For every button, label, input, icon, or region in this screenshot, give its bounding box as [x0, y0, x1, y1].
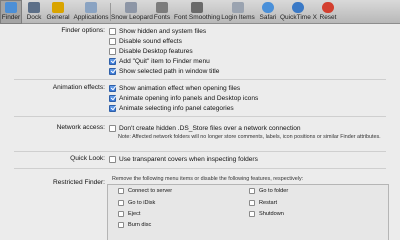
section-separator [14, 79, 386, 80]
checkbox-go-to-folder[interactable]: Go to folder [249, 188, 288, 194]
checkbox-burn-disc[interactable]: Burn disc [118, 222, 151, 228]
checkbox-animate-info-panels[interactable]: Animate opening info panels and Desktop … [109, 94, 258, 102]
toolbar-item-quicktime[interactable]: QuickTime X [280, 0, 317, 24]
fonts-icon [156, 2, 168, 13]
applications-icon [85, 2, 97, 13]
toolbar-item-fonts[interactable]: Fonts [152, 0, 172, 24]
network-access-note: Note: Affected network folders will no l… [118, 134, 381, 140]
section-separator [14, 168, 386, 169]
finder-options-label: Finder options: [61, 27, 105, 34]
login-items-icon [232, 2, 244, 13]
checkbox-eject[interactable]: Eject [118, 211, 140, 217]
checkbox-connect-to-server[interactable]: Connect to server [118, 188, 172, 194]
section-separator [14, 116, 386, 117]
checkbox-box[interactable] [109, 94, 116, 102]
toolbar-item-applications[interactable]: Applications [73, 0, 109, 24]
switch-icon [52, 2, 64, 13]
checkbox-box[interactable] [109, 37, 116, 45]
checkbox-box[interactable] [109, 57, 116, 65]
finder-settings-pane: Finder options: Show hidden and system f… [0, 25, 400, 240]
checkbox-box[interactable] [109, 104, 116, 112]
checkbox-shutdown[interactable]: Shutdown [249, 211, 284, 217]
checkbox-animation-opening-files[interactable]: Show animation effect when opening files [109, 84, 240, 92]
checkbox-box[interactable] [118, 211, 124, 217]
checkbox-show-selected-path[interactable]: Show selected path in window title [109, 67, 219, 75]
checkbox-show-hidden-files[interactable]: Show hidden and system files [109, 27, 206, 35]
checkbox-box[interactable] [109, 124, 116, 132]
toolbar-item-safari[interactable]: Safari [257, 0, 279, 24]
restricted-finder-description: Remove the following menu items or disab… [112, 176, 304, 182]
checkbox-box[interactable] [249, 188, 255, 194]
toolbar-item-dock[interactable]: Dock [25, 0, 43, 24]
checkbox-disable-desktop-features[interactable]: Disable Desktop features [109, 47, 193, 55]
toolbar-item-reset[interactable]: Reset [318, 0, 338, 24]
checkbox-add-quit-item[interactable]: Add "Quit" item to Finder menu [109, 57, 210, 65]
dock-icon [28, 2, 40, 13]
toolbar-item-login-items[interactable]: Login Items [221, 0, 255, 24]
checkbox-box[interactable] [109, 67, 116, 75]
checkbox-box[interactable] [109, 155, 116, 163]
checkbox-transparent-covers[interactable]: Use transparent covers when inspecting f… [109, 155, 258, 163]
checkbox-restart[interactable]: Restart [249, 200, 277, 206]
checkbox-box[interactable] [118, 222, 124, 228]
font-smoothing-icon [191, 2, 203, 13]
toolbar-item-finder[interactable]: Finder [0, 0, 22, 24]
network-access-label: Network access: [56, 124, 105, 131]
checkbox-box[interactable] [118, 200, 124, 206]
toolbar-item-snow-leopard[interactable]: Snow Leopard [111, 0, 153, 24]
animation-effects-label: Animation effects: [52, 84, 105, 91]
quick-look-label: Quick Look: [70, 155, 105, 162]
checkbox-animate-panel-categories[interactable]: Animate selecting info panel categories [109, 104, 234, 112]
section-separator [14, 151, 386, 152]
safari-icon [262, 2, 274, 13]
snow-leopard-icon [125, 2, 137, 13]
quicktime-icon [292, 2, 304, 13]
checkbox-box[interactable] [249, 200, 255, 206]
reset-icon [322, 2, 334, 13]
checkbox-box[interactable] [109, 84, 116, 92]
finder-icon [5, 2, 17, 13]
preferences-toolbar: Finder Dock General Applications Snow Le… [0, 0, 400, 24]
checkbox-go-to-idisk[interactable]: Go to iDisk [118, 200, 155, 206]
toolbar-item-general[interactable]: General [45, 0, 71, 24]
checkbox-box[interactable] [118, 188, 124, 194]
restricted-finder-label: Restricted Finder: [52, 179, 105, 186]
toolbar-item-font-smoothing[interactable]: Font Smoothing [174, 0, 220, 24]
checkbox-box[interactable] [249, 211, 255, 217]
checkbox-no-ds-store[interactable]: Don't create hidden .DS_Store files over… [109, 124, 301, 132]
checkbox-box[interactable] [109, 27, 116, 35]
checkbox-disable-sound-effects[interactable]: Disable sound effects [109, 37, 182, 45]
checkbox-box[interactable] [109, 47, 116, 55]
